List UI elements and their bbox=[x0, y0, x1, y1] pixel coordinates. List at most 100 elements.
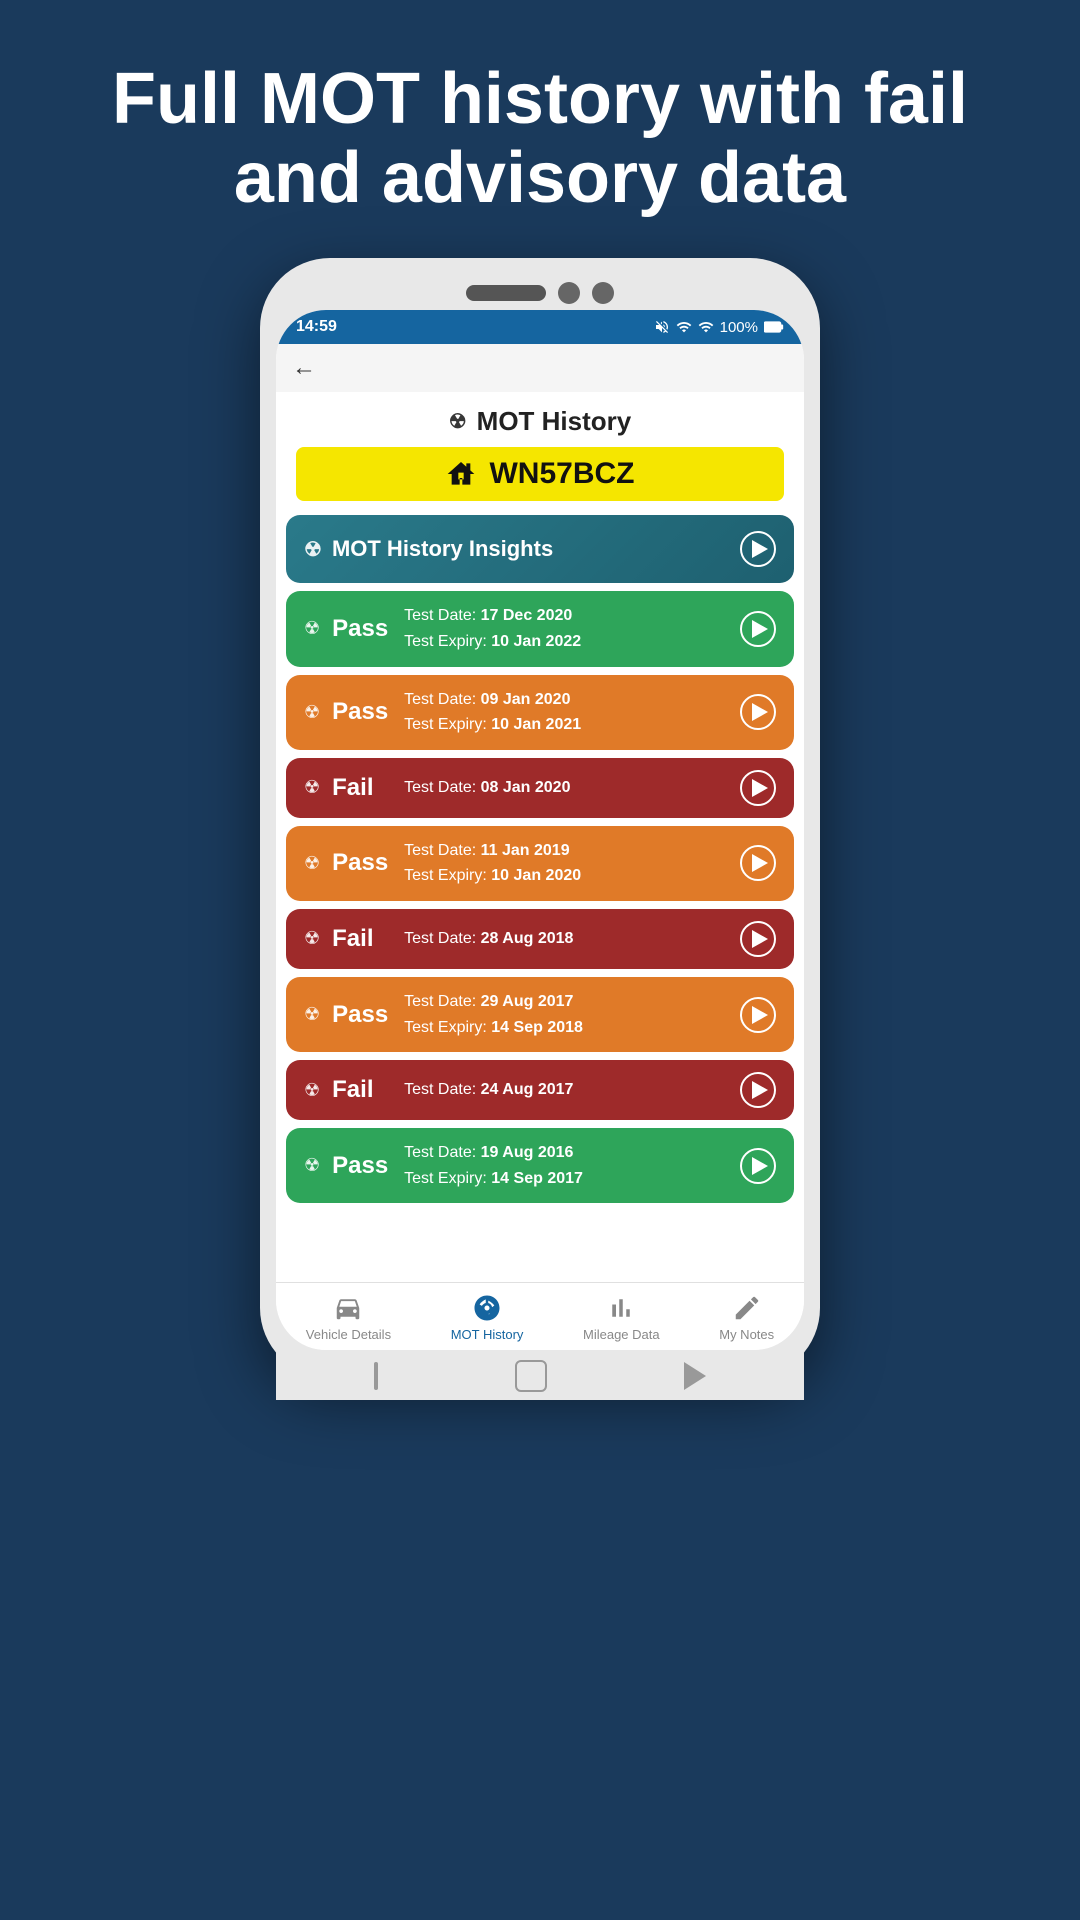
mot-status-7: Pass bbox=[332, 1152, 392, 1180]
nav-item-my-notes[interactable]: My Notes bbox=[719, 1293, 774, 1342]
mot-status-6: Fail bbox=[332, 1076, 392, 1104]
mot-rad-icon-4: ☢ bbox=[304, 928, 320, 949]
insights-row[interactable]: ☢ MOT History Insights bbox=[286, 515, 794, 583]
bottom-nav: Vehicle Details MOT History Mileage Data bbox=[276, 1282, 804, 1350]
mot-row-left-4: ☢ Fail Test Date: 28 Aug 2018 bbox=[304, 925, 573, 953]
mot-status-1: Pass bbox=[332, 698, 392, 726]
nav-bar: ← bbox=[276, 344, 804, 392]
mot-rad-icon-2: ☢ bbox=[304, 777, 320, 798]
play-btn-6[interactable] bbox=[740, 1072, 776, 1108]
mot-rad-icon-5: ☢ bbox=[304, 1004, 320, 1025]
pencil-icon bbox=[732, 1293, 762, 1323]
mot-row-0[interactable]: ☢ Pass Test Date: 17 Dec 2020Test Expiry… bbox=[286, 591, 794, 666]
play-icon-5 bbox=[752, 1006, 768, 1024]
mot-dates-3: Test Date: 11 Jan 2019Test Expiry: 10 Ja… bbox=[404, 838, 581, 889]
play-btn-4[interactable] bbox=[740, 921, 776, 957]
mot-status-2: Fail bbox=[332, 774, 392, 802]
mot-row-7[interactable]: ☢ Pass Test Date: 19 Aug 2016Test Expiry… bbox=[286, 1128, 794, 1203]
nav-item-vehicle-details[interactable]: Vehicle Details bbox=[306, 1293, 391, 1342]
mot-rad-icon-1: ☢ bbox=[304, 702, 320, 723]
plate-text: WN57BCZ bbox=[489, 457, 634, 491]
mot-row-6[interactable]: ☢ Fail Test Date: 24 Aug 2017 bbox=[286, 1060, 794, 1120]
play-icon-4 bbox=[752, 930, 768, 948]
mot-dates-0: Test Date: 17 Dec 2020Test Expiry: 10 Ja… bbox=[404, 603, 581, 654]
mot-rad-icon-7: ☢ bbox=[304, 1155, 320, 1176]
phone-screen: 14:59 100% ← ☢ MOT History bbox=[276, 310, 804, 1350]
play-btn-7[interactable] bbox=[740, 1148, 776, 1184]
mot-rad-icon-6: ☢ bbox=[304, 1080, 320, 1101]
page-title: ☢ MOT History bbox=[276, 392, 804, 447]
home-triangle-icon bbox=[684, 1362, 706, 1390]
mot-row-1[interactable]: ☢ Pass Test Date: 09 Jan 2020Test Expiry… bbox=[286, 675, 794, 750]
status-icons: 100% bbox=[654, 319, 784, 336]
play-btn-0[interactable] bbox=[740, 611, 776, 647]
home-circle-icon bbox=[515, 1360, 547, 1392]
play-btn-3[interactable] bbox=[740, 845, 776, 881]
mot-status-5: Pass bbox=[332, 1001, 392, 1029]
home-bar-icon bbox=[374, 1362, 378, 1390]
play-icon-0 bbox=[752, 620, 768, 638]
nav-notes-label: My Notes bbox=[719, 1327, 774, 1342]
mot-dates-1: Test Date: 09 Jan 2020Test Expiry: 10 Ja… bbox=[404, 687, 581, 738]
status-bar: 14:59 100% bbox=[276, 310, 804, 344]
title-radiation-icon: ☢ bbox=[449, 409, 467, 434]
play-btn-1[interactable] bbox=[740, 694, 776, 730]
nav-item-mileage-data[interactable]: Mileage Data bbox=[583, 1293, 660, 1342]
nav-mot-history-label: MOT History bbox=[451, 1327, 524, 1342]
phone-outer: 14:59 100% ← ☢ MOT History bbox=[260, 258, 820, 1378]
mute-icon bbox=[654, 319, 670, 335]
status-time: 14:59 bbox=[296, 318, 337, 336]
license-plate: WN57BCZ bbox=[296, 447, 784, 501]
back-button[interactable]: ← bbox=[292, 354, 316, 382]
play-icon-6 bbox=[752, 1081, 768, 1099]
screen-content: ☢ MOT History WN57BCZ ☢ MOT History Insi… bbox=[276, 392, 804, 1282]
mot-rows-container: ☢ Pass Test Date: 17 Dec 2020Test Expiry… bbox=[286, 591, 794, 1203]
play-icon-1 bbox=[752, 703, 768, 721]
mot-row-left-1: ☢ Pass Test Date: 09 Jan 2020Test Expiry… bbox=[304, 687, 581, 738]
mot-status-4: Fail bbox=[332, 925, 392, 953]
mot-status-0: Pass bbox=[332, 615, 392, 643]
mot-row-left-3: ☢ Pass Test Date: 11 Jan 2019Test Expiry… bbox=[304, 838, 581, 889]
play-btn-2[interactable] bbox=[740, 770, 776, 806]
nav-vehicle-details-label: Vehicle Details bbox=[306, 1327, 391, 1342]
nav-item-mot-history[interactable]: MOT History bbox=[451, 1293, 524, 1342]
mot-rad-icon-0: ☢ bbox=[304, 618, 320, 639]
garage-icon bbox=[445, 458, 477, 490]
signal-icon bbox=[698, 319, 714, 335]
insights-play-btn[interactable] bbox=[740, 531, 776, 567]
mot-row-5[interactable]: ☢ Pass Test Date: 29 Aug 2017Test Expiry… bbox=[286, 977, 794, 1052]
mot-dates-6: Test Date: 24 Aug 2017 bbox=[404, 1077, 573, 1103]
mot-row-4[interactable]: ☢ Fail Test Date: 28 Aug 2018 bbox=[286, 909, 794, 969]
mot-dates-7: Test Date: 19 Aug 2016Test Expiry: 14 Se… bbox=[404, 1140, 583, 1191]
mot-row-left-6: ☢ Fail Test Date: 24 Aug 2017 bbox=[304, 1076, 573, 1104]
mot-dates-2: Test Date: 08 Jan 2020 bbox=[404, 775, 570, 801]
play-btn-5[interactable] bbox=[740, 997, 776, 1033]
play-icon-3 bbox=[752, 854, 768, 872]
phone-wrap: 14:59 100% ← ☢ MOT History bbox=[260, 258, 820, 1378]
insights-radiation-icon: ☢ bbox=[304, 537, 322, 562]
mot-dates-4: Test Date: 28 Aug 2018 bbox=[404, 926, 573, 952]
headline: Full MOT history with fail and advisory … bbox=[0, 0, 1080, 248]
play-icon-7 bbox=[752, 1157, 768, 1175]
mot-dates-5: Test Date: 29 Aug 2017Test Expiry: 14 Se… bbox=[404, 989, 583, 1040]
insights-label-text: MOT History Insights bbox=[332, 536, 553, 562]
battery-percent: 100% bbox=[720, 319, 758, 336]
nav-mileage-label: Mileage Data bbox=[583, 1327, 660, 1342]
mot-row-3[interactable]: ☢ Pass Test Date: 11 Jan 2019Test Expiry… bbox=[286, 826, 794, 901]
mot-row-2[interactable]: ☢ Fail Test Date: 08 Jan 2020 bbox=[286, 758, 794, 818]
battery-icon bbox=[764, 320, 784, 334]
mot-row-left-7: ☢ Pass Test Date: 19 Aug 2016Test Expiry… bbox=[304, 1140, 583, 1191]
bar-chart-icon bbox=[606, 1293, 636, 1323]
insights-play-icon bbox=[752, 540, 768, 558]
phone-speaker bbox=[466, 285, 546, 301]
mot-row-left-5: ☢ Pass Test Date: 29 Aug 2017Test Expiry… bbox=[304, 989, 583, 1040]
phone-camera-2 bbox=[592, 282, 614, 304]
mot-status-3: Pass bbox=[332, 849, 392, 877]
phone-camera-1 bbox=[558, 282, 580, 304]
mot-rad-icon-3: ☢ bbox=[304, 853, 320, 874]
play-icon-2 bbox=[752, 779, 768, 797]
wifi-icon bbox=[676, 319, 692, 335]
mot-history-list: ☢ MOT History Insights ☢ Pass Test Date:… bbox=[276, 515, 804, 1203]
car-icon bbox=[333, 1293, 363, 1323]
mot-row-left-2: ☢ Fail Test Date: 08 Jan 2020 bbox=[304, 774, 570, 802]
